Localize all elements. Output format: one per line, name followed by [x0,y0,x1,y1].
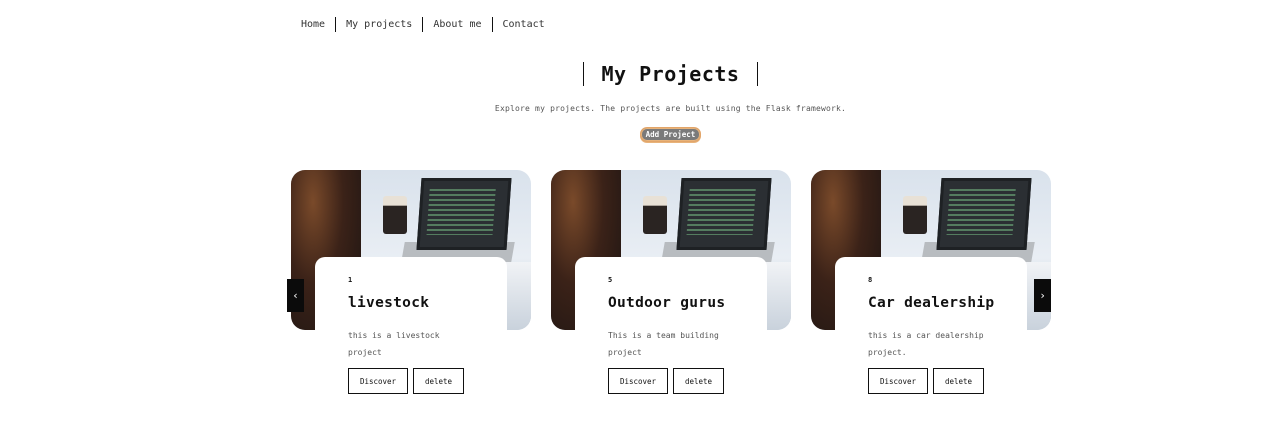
add-project-button[interactable]: Add Project [639,127,702,142]
chevron-right-icon: › [1039,289,1046,302]
nav-divider [491,17,493,32]
project-card: 5 Outdoor gurus This is a team building … [551,170,791,410]
discover-button[interactable]: Discover [348,368,408,394]
nav-divider [422,17,424,32]
project-title: Car dealership [868,295,995,311]
top-nav: Home My projects About me Contact [301,17,545,32]
delete-button[interactable]: delete [933,368,984,394]
project-title: Outdoor gurus [608,295,726,311]
page-title: My Projects [601,62,740,86]
discover-button[interactable]: Discover [608,368,668,394]
project-card-body: 1 livestock this is a livestock project … [315,257,507,410]
delete-button[interactable]: delete [413,368,464,394]
project-id: 1 [348,276,353,284]
project-title: livestock [348,295,430,311]
project-description: this is a car dealership project. [868,331,984,357]
carousel-next-button[interactable]: › [1034,279,1051,312]
project-id: 5 [608,276,613,284]
project-description: This is a team building project [608,331,719,357]
nav-link-about-me[interactable]: About me [433,19,481,30]
page-title-frame: My Projects [582,62,759,86]
nav-link-home[interactable]: Home [301,19,325,30]
delete-button[interactable]: delete [673,368,724,394]
project-card-body: 8 Car dealership this is a car dealershi… [835,257,1027,410]
carousel-prev-button[interactable]: ‹ [287,279,304,312]
page: Home My projects About me Contact My Pro… [0,0,1279,447]
nav-divider [335,17,337,32]
page-subtitle: Explore my projects. The projects are bu… [494,104,847,113]
project-card: ‹ 1 livestock this is a livestock projec… [287,170,531,410]
discover-button[interactable]: Discover [868,368,928,394]
hero-section: My Projects Explore my projects. The pro… [0,62,1279,142]
nav-link-my-projects[interactable]: My projects [346,19,412,30]
chevron-left-icon: ‹ [292,289,299,302]
nav-link-contact[interactable]: Contact [503,19,545,30]
project-card-body: 5 Outdoor gurus This is a team building … [575,257,767,410]
project-card: › 8 Car dealership this is a car dealers… [811,170,1051,410]
project-id: 8 [868,276,873,284]
project-description: this is a livestock project [348,331,440,357]
